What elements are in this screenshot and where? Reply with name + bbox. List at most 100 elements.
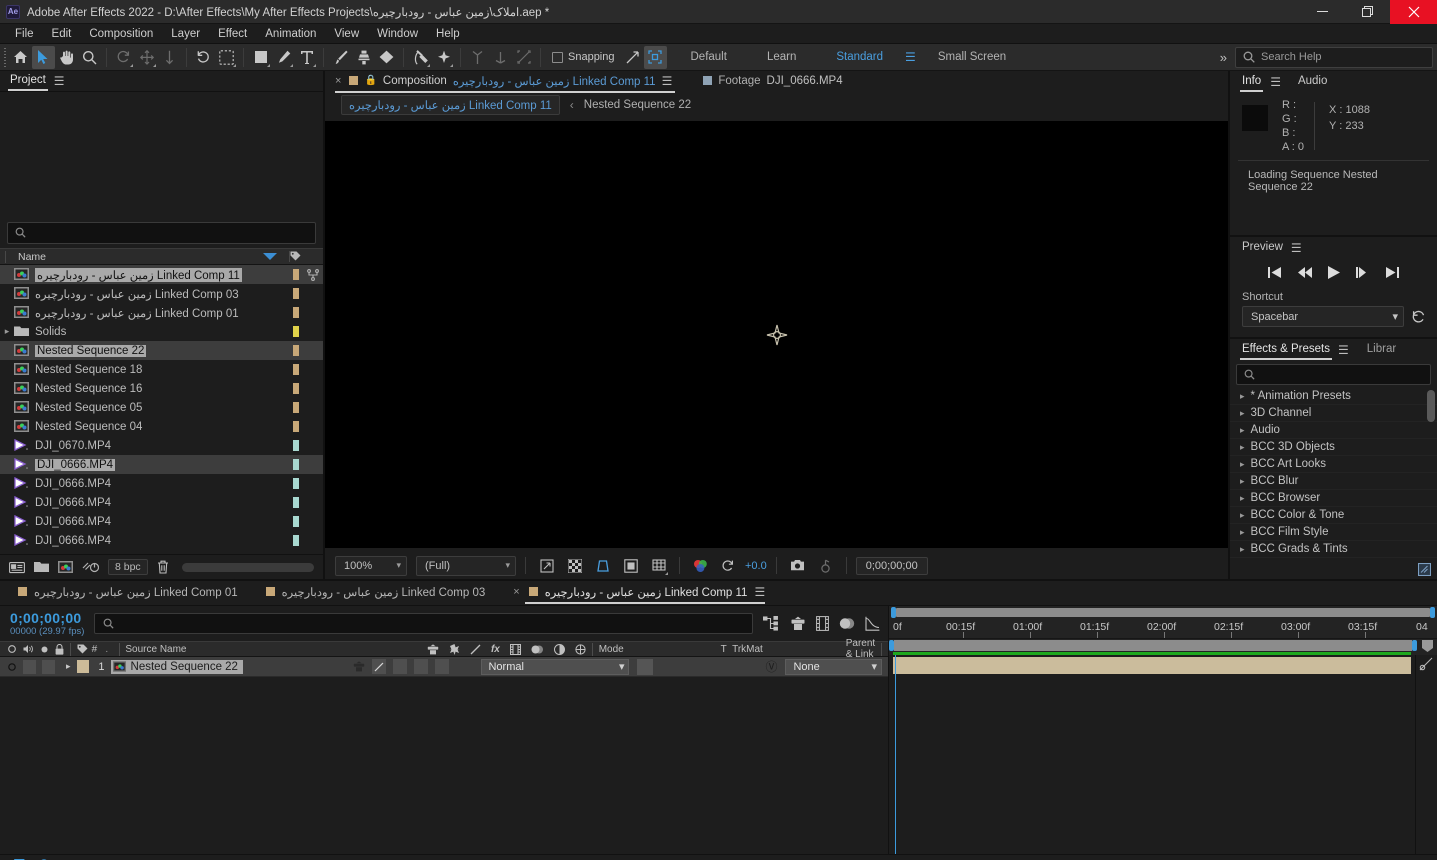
- navigator-range-bar[interactable]: [896, 607, 1430, 617]
- column-mode-header[interactable]: Mode: [599, 644, 721, 655]
- selection-tool-icon[interactable]: [32, 45, 55, 69]
- frame-blending-icon[interactable]: [839, 616, 855, 631]
- timeline-empty-area[interactable]: [0, 677, 888, 854]
- project-horizontal-scrollbar[interactable]: [181, 562, 314, 572]
- chevron-right-icon[interactable]: ▸: [1240, 476, 1245, 487]
- label-swatch[interactable]: [293, 383, 299, 394]
- label-swatch[interactable]: [293, 497, 299, 508]
- mask-tool-icon[interactable]: [215, 46, 238, 69]
- label-swatch[interactable]: [293, 307, 299, 318]
- label-swatch[interactable]: [293, 269, 299, 280]
- delete-icon[interactable]: [157, 560, 169, 574]
- adjustment-layer-header-icon[interactable]: [553, 643, 565, 655]
- project-item-list[interactable]: زمین عباس - رودبارچیره Linked Comp 11 زم…: [0, 265, 323, 554]
- timeline-tab-linked-comp-03[interactable]: زمین عباس - رودبارچیره Linked Comp 03: [265, 585, 514, 602]
- project-row-nested-sequence-05[interactable]: Nested Sequence 05: [0, 398, 323, 417]
- lock-header-icon[interactable]: [55, 643, 64, 655]
- menu-edit[interactable]: Edit: [43, 26, 81, 42]
- project-row-nested-sequence-04[interactable]: Nested Sequence 04: [0, 417, 323, 436]
- label-swatch[interactable]: [293, 364, 299, 375]
- tab-footage-dji-0666[interactable]: Footage DJI_0666.MP4: [703, 75, 851, 89]
- tab-info[interactable]: Info: [1239, 75, 1264, 92]
- chevron-right-icon[interactable]: ▸: [1240, 544, 1245, 555]
- effects-row-bcc-grads-tints[interactable]: ▸ BCC Grads & Tints: [1230, 541, 1437, 558]
- navigator-end-handle[interactable]: [1430, 606, 1435, 618]
- column-label-header-icon[interactable]: [77, 644, 88, 655]
- chevron-right-icon[interactable]: ▸: [1240, 408, 1245, 419]
- label-swatch[interactable]: [293, 402, 299, 413]
- composition-timecode[interactable]: 0;00;00;00: [855, 556, 928, 575]
- pan-behind-tool-icon[interactable]: [158, 46, 181, 69]
- audio-header-icon[interactable]: [23, 644, 34, 654]
- breadcrumb-current[interactable]: زمین عباس - رودبارچیره Linked Comp 11: [341, 94, 560, 115]
- channel-color-icon[interactable]: [689, 554, 712, 577]
- layer-blend-mode-dropdown[interactable]: Normal ▾: [481, 658, 630, 675]
- close-button[interactable]: [1390, 0, 1437, 24]
- project-row-dji-0666-c[interactable]: DJI_0666.MP4: [0, 493, 323, 512]
- chevron-right-icon[interactable]: ▸: [1240, 391, 1245, 402]
- label-swatch[interactable]: [293, 440, 299, 451]
- motion-blur-enable-header-icon[interactable]: [575, 643, 586, 655]
- show-snapshot-icon[interactable]: [814, 554, 837, 577]
- close-tab-icon[interactable]: ×: [335, 75, 341, 87]
- toolbar-grip[interactable]: [0, 44, 9, 71]
- layer-keyframe-icon[interactable]: [1419, 657, 1434, 671]
- timeline-track-area[interactable]: [889, 655, 1437, 854]
- timeline-layer-clip-bar[interactable]: [893, 657, 1411, 674]
- view-axis-mode-icon[interactable]: [512, 46, 535, 69]
- puppet-pin-tool-icon[interactable]: [432, 46, 455, 69]
- title-action-safe-icon[interactable]: [619, 554, 642, 577]
- layer-label-swatch[interactable]: [76, 660, 89, 673]
- type-tool-icon[interactable]: [295, 46, 318, 69]
- project-row-dji-0670[interactable]: DJI_0670.MP4: [0, 436, 323, 455]
- label-swatch[interactable]: [293, 478, 299, 489]
- column-label-icon[interactable]: [289, 251, 307, 262]
- 3d-layer-header-icon[interactable]: [427, 643, 439, 655]
- tab-composition-linked-comp-11[interactable]: × 🔒 Composition زمین عباس - رودبارچیره L…: [335, 74, 681, 93]
- exposure-reset-icon[interactable]: [717, 554, 740, 577]
- tab-project[interactable]: Project: [8, 74, 48, 91]
- disclosure-triangle-icon[interactable]: ▸: [0, 326, 14, 337]
- effects-search-input[interactable]: [1236, 364, 1431, 385]
- layer-motion-blur-toggle[interactable]: [435, 659, 450, 674]
- menu-animation[interactable]: Animation: [256, 26, 325, 42]
- layer-trkmat-icon[interactable]: Ⓥ: [765, 658, 781, 675]
- graph-editor-icon[interactable]: [865, 616, 880, 631]
- project-row-nested-sequence-22[interactable]: Nested Sequence 22: [0, 341, 323, 360]
- project-search-input[interactable]: [7, 222, 316, 244]
- layer-disclosure-icon[interactable]: ▸: [66, 661, 71, 672]
- comp-flowchart-icon[interactable]: [6, 857, 30, 860]
- timeline-ruler[interactable]: 0f 00:15f 01:00f 01:15f 02:00f 02:15f 03…: [889, 618, 1437, 639]
- menu-composition[interactable]: Composition: [80, 26, 162, 42]
- label-swatch[interactable]: [293, 535, 299, 546]
- tab-effects-presets[interactable]: Effects & Presets: [1240, 343, 1332, 360]
- work-area-menu-icon[interactable]: [1417, 639, 1437, 652]
- timeline-tab-linked-comp-01[interactable]: زمین عباس - رودبارچیره Linked Comp 01: [18, 585, 266, 602]
- snapping-toggle[interactable]: Snapping: [546, 51, 621, 63]
- project-row-dji-0666-a[interactable]: DJI_0666.MP4: [0, 455, 323, 474]
- timeline-current-time[interactable]: 0;00;00;00: [10, 610, 84, 626]
- composition-panel-menu-icon[interactable]: ☰: [662, 75, 673, 87]
- play-icon[interactable]: [1327, 265, 1340, 279]
- brush-tool-icon[interactable]: [329, 46, 352, 69]
- timeline-work-area[interactable]: [889, 639, 1437, 652]
- zoom-tool-icon[interactable]: [78, 46, 101, 69]
- snapping-checkbox[interactable]: [552, 51, 563, 63]
- new-folder-icon[interactable]: [34, 561, 49, 573]
- effects-resize-icon[interactable]: [1418, 563, 1431, 576]
- shortcut-dropdown[interactable]: Spacebar ▾: [1242, 306, 1404, 327]
- workspace-default[interactable]: Default: [671, 51, 747, 63]
- project-row-linked-comp-03[interactable]: زمین عباس - رودبارچیره Linked Comp 03: [0, 284, 323, 303]
- last-frame-icon[interactable]: [1385, 266, 1400, 278]
- roto-brush-tool-icon[interactable]: [409, 46, 432, 69]
- snapping-arrow-icon[interactable]: [621, 46, 644, 69]
- solo-header-icon[interactable]: [40, 645, 49, 654]
- column-index-header[interactable]: #: [88, 644, 101, 655]
- hand-tool-icon[interactable]: [55, 46, 78, 69]
- label-swatch[interactable]: [293, 459, 299, 470]
- tab-libraries[interactable]: Librar: [1367, 343, 1396, 357]
- bit-depth-button[interactable]: 8 bpc: [108, 559, 148, 575]
- label-swatch[interactable]: [293, 421, 299, 432]
- project-panel-menu-icon[interactable]: ☰: [54, 75, 65, 87]
- region-of-interest-icon[interactable]: [535, 554, 558, 577]
